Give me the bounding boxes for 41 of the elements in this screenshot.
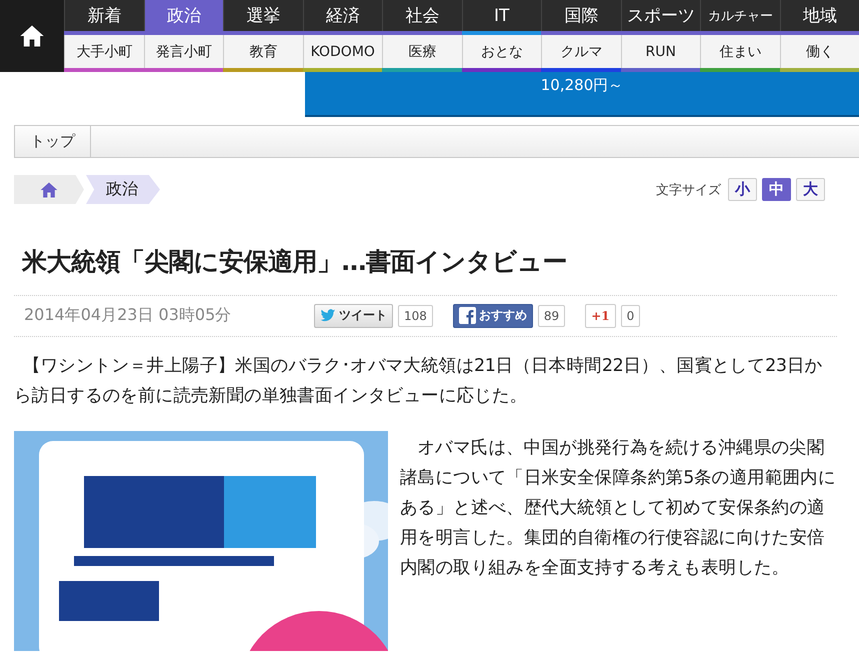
font-size-button[interactable]: 中 bbox=[762, 178, 791, 201]
nav-subtab[interactable]: 発言小町 bbox=[144, 35, 223, 68]
share-count: 89 bbox=[538, 304, 566, 326]
nav-tab[interactable]: カルチャー bbox=[700, 0, 780, 31]
nav-tab[interactable]: 地域 bbox=[780, 0, 859, 31]
nav-tab[interactable]: 社会 bbox=[382, 0, 462, 31]
nav-tab[interactable]: 経済 bbox=[302, 0, 382, 31]
nav-tab[interactable]: 新着 bbox=[64, 0, 144, 31]
bird-icon bbox=[320, 308, 336, 322]
ad-banner[interactable]: 10,280円～ bbox=[305, 72, 859, 117]
plus-one-button[interactable]: +1 bbox=[585, 304, 616, 328]
body-paragraph: オバマ氏は、中国が挑発行為を続ける沖縄県の尖閣諸島について「日米安全保障条約第5条の適用範囲内にある」と述べ、歴代大統領として初めて安保条約の適用を明言した。集団的自衛権の行使容認に向けた安倍内閣の取り組みを全面支持する考えも表明した。 bbox=[400, 436, 837, 580]
nav-subtab[interactable]: 医療 bbox=[382, 35, 462, 68]
share-count: 108 bbox=[398, 304, 433, 326]
breadcrumb-item[interactable]: 政治 bbox=[86, 175, 160, 204]
publish-date: 2014年04月23日 03時05分 bbox=[24, 305, 232, 326]
nav-tab[interactable]: 国際 bbox=[541, 0, 620, 31]
nav-subtab[interactable]: おとな bbox=[462, 35, 541, 68]
nav-subtab[interactable]: KODOMO bbox=[302, 35, 382, 68]
nav-subtab[interactable]: 教育 bbox=[223, 35, 302, 68]
tweet-button[interactable]: ツイート bbox=[314, 304, 393, 328]
font-size-button[interactable]: 大 bbox=[796, 178, 825, 201]
share-count: 0 bbox=[620, 304, 640, 326]
font-size-label: 文字サイズ bbox=[656, 182, 721, 198]
nav-subtab[interactable]: RUN bbox=[620, 35, 700, 68]
nav-tab[interactable]: スポーツ bbox=[620, 0, 700, 31]
lead-paragraph: 【ワシントン＝井上陽子】米国のバラク･オバマ大統領は21日（日本時間22日）、国賓として23日から訪日するのを前に読売新聞の単独書面インタビューに応じた。 bbox=[14, 354, 824, 408]
facebook-icon bbox=[458, 307, 476, 324]
nav-tab[interactable]: IT bbox=[462, 0, 541, 31]
article-title: 米大統領「尖閣に安保適用」…書面インタビュー bbox=[22, 246, 568, 278]
nav-subtab[interactable]: 大手小町 bbox=[64, 35, 144, 68]
nav-subtab[interactable]: クルマ bbox=[541, 35, 620, 68]
home-icon bbox=[39, 180, 59, 200]
recommend-button[interactable]: おすすめ bbox=[452, 304, 533, 328]
toolbar-tab[interactable]: トップ bbox=[15, 126, 91, 157]
nav-tab[interactable]: 政治 bbox=[144, 0, 223, 31]
nav-tab[interactable]: 選挙 bbox=[223, 0, 302, 31]
breadcrumb-home[interactable] bbox=[14, 175, 84, 204]
font-size-button[interactable]: 小 bbox=[728, 178, 757, 201]
nav-subtab[interactable]: 働く bbox=[780, 35, 859, 68]
nav-subtab[interactable]: 住まい bbox=[700, 35, 780, 68]
